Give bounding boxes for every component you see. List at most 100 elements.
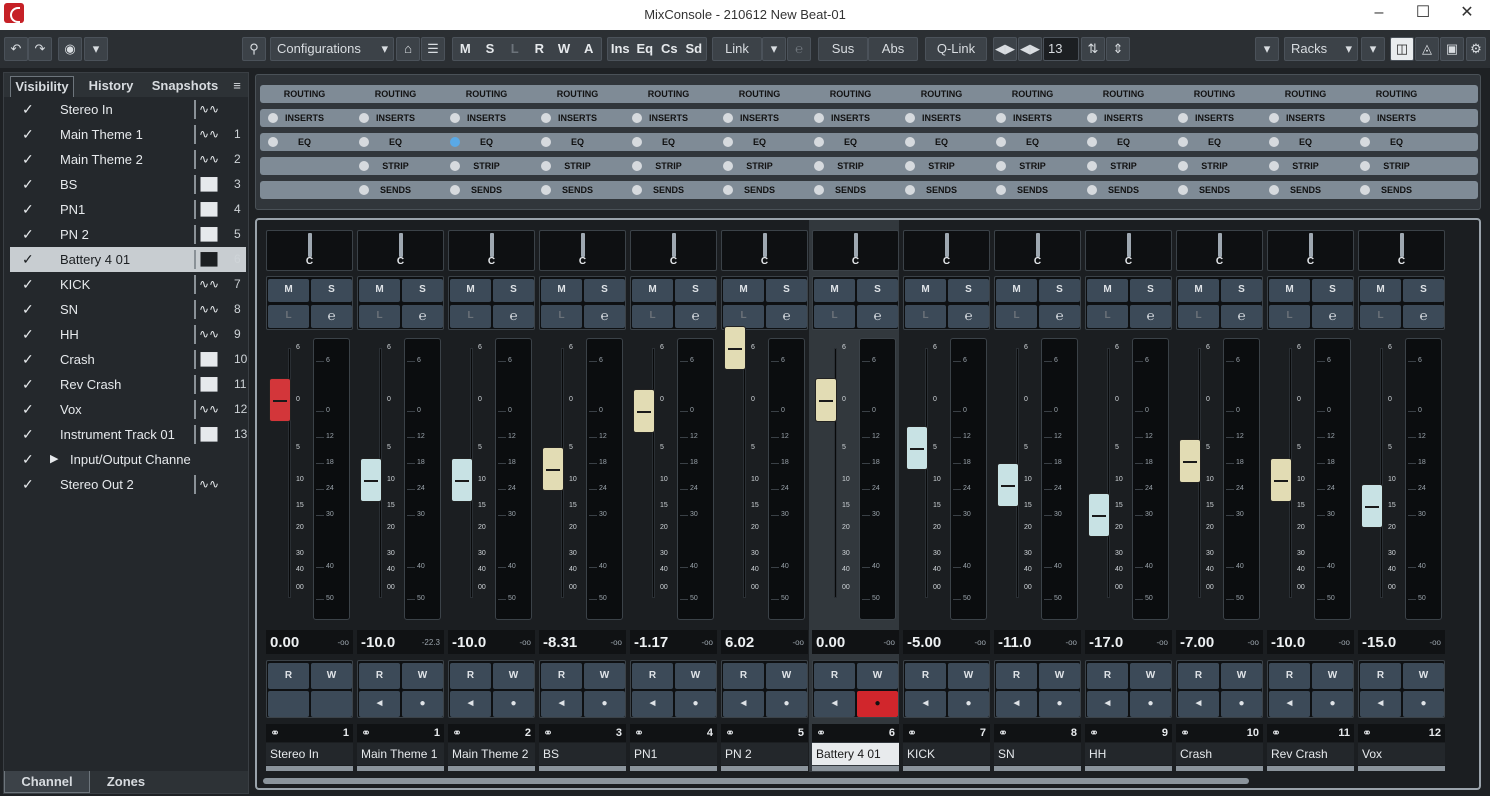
tab-visibility[interactable]: Visibility <box>10 76 74 97</box>
pan-control[interactable]: C <box>1085 230 1172 271</box>
fader-knob[interactable] <box>724 326 746 370</box>
bypass-dot-icon[interactable] <box>1087 113 1097 123</box>
pan-knob[interactable] <box>490 233 494 257</box>
edit-channel-icon[interactable]: ℮ <box>1039 305 1080 328</box>
bypass-dot-icon[interactable] <box>1269 137 1279 147</box>
checkmark-icon[interactable]: ✓ <box>22 472 34 497</box>
fader-track[interactable] <box>743 348 746 598</box>
rack-strip-cell[interactable]: STRIP <box>1352 157 1441 175</box>
visibility-item[interactable]: ✓ Stereo Out 2 ∿∿ <box>10 472 246 497</box>
link-rings-icon[interactable]: ⚭ <box>543 726 553 740</box>
pan-knob[interactable] <box>945 233 949 257</box>
volume-readout[interactable]: -1.17 -oo <box>630 630 717 654</box>
bypass-dot-icon[interactable] <box>1178 185 1188 195</box>
bypass-dot-icon[interactable] <box>632 161 642 171</box>
solo-button[interactable]: S <box>584 279 625 302</box>
edit-channel-icon[interactable]: ℮ <box>766 305 807 328</box>
visibility-item[interactable]: ✓ PN 2 ██ 5 <box>10 222 246 247</box>
write-automation-button[interactable]: W <box>1312 663 1353 689</box>
write-automation-button[interactable]: W <box>1221 663 1262 689</box>
channel-count-field[interactable]: 13 <box>1043 37 1079 61</box>
fader-knob[interactable] <box>451 458 473 502</box>
pan-control[interactable]: C <box>721 230 808 271</box>
listen-button[interactable]: L <box>632 305 673 328</box>
rack-strip-cell[interactable]: STRIP <box>1170 157 1259 175</box>
pan-knob[interactable] <box>399 233 403 257</box>
visibility-item[interactable]: ✓ Crash ██ 10 <box>10 347 247 372</box>
mute-button[interactable]: M <box>632 279 673 302</box>
expand-triangle-icon[interactable]: ▶ <box>50 447 58 472</box>
monitor-speaker-icon[interactable]: ◄ <box>996 691 1037 717</box>
bypass-dot-icon[interactable] <box>1178 137 1188 147</box>
record-enable-icon[interactable]: ● <box>948 691 989 717</box>
monitor-speaker-icon[interactable]: ◄ <box>1360 691 1401 717</box>
rack-sends-cell[interactable]: SENDS <box>988 181 1077 199</box>
rack-eq-cell[interactable]: EQ <box>351 133 440 151</box>
solo-button[interactable]: S <box>1039 279 1080 302</box>
bypass-dot-icon[interactable] <box>1087 137 1097 147</box>
volume-readout[interactable]: -7.00 -oo <box>1176 630 1263 654</box>
checkmark-icon[interactable]: ✓ <box>22 97 34 122</box>
fit-height-icon[interactable]: ⇅ <box>1081 37 1105 61</box>
rack-inserts-cell[interactable]: INSERTS <box>624 109 713 127</box>
fader-track[interactable] <box>1380 348 1383 598</box>
rack-sends-cell[interactable]: SENDS <box>1261 181 1350 199</box>
channel-name[interactable]: HH <box>1085 743 1172 765</box>
pan-knob[interactable] <box>1127 233 1131 257</box>
rack-sends-cell[interactable]: SENDS <box>442 181 531 199</box>
monitor-speaker-icon[interactable]: ◄ <box>359 691 400 717</box>
bypass-dot-icon[interactable] <box>1269 113 1279 123</box>
solo-button[interactable]: S <box>311 279 352 302</box>
pan-control[interactable]: C <box>630 230 717 271</box>
mute-button[interactable]: M <box>814 279 855 302</box>
visibility-item[interactable]: ✓ SN ∿∿ 8 <box>10 297 246 322</box>
checkmark-icon[interactable]: ✓ <box>22 322 34 347</box>
edit-channel-icon[interactable]: ℮ <box>311 305 352 328</box>
bypass-dot-icon[interactable] <box>905 113 915 123</box>
pan-knob[interactable] <box>1036 233 1040 257</box>
expand-left-icon[interactable]: ◀▶ <box>993 37 1017 61</box>
fader-knob[interactable] <box>542 447 564 492</box>
solo-button[interactable]: S <box>857 279 898 302</box>
mode-m-button[interactable]: M <box>453 38 478 60</box>
pan-knob[interactable] <box>672 233 676 257</box>
bypass-dot-icon[interactable] <box>1360 161 1370 171</box>
mute-button[interactable]: M <box>1360 279 1401 302</box>
bypass-dot-icon[interactable] <box>1178 161 1188 171</box>
rack-inserts-cell[interactable]: INSERTS <box>715 109 804 127</box>
volume-readout[interactable]: -17.0 -oo <box>1085 630 1172 654</box>
fader-track[interactable] <box>925 348 928 598</box>
visibility-item[interactable]: ✓ HH ∿∿ 9 <box>10 322 246 347</box>
volume-readout[interactable]: -5.00 -oo <box>903 630 990 654</box>
monitor-speaker-icon[interactable]: ◄ <box>1178 691 1219 717</box>
visibility-item[interactable]: ✓ ▶ Input/Output Channe <box>10 447 246 472</box>
visibility-item[interactable]: ✓ Battery 4 01 ██ 6 <box>10 247 246 272</box>
bypass-dot-icon[interactable] <box>723 113 733 123</box>
rack-strip-cell[interactable]: STRIP <box>715 157 804 175</box>
record-enable-icon[interactable]: ● <box>1221 691 1262 717</box>
pan-control[interactable]: C <box>903 230 990 271</box>
edit-channel-icon[interactable]: ℮ <box>1130 305 1171 328</box>
tab-channel[interactable]: Channel <box>4 771 90 793</box>
checkmark-icon[interactable]: ✓ <box>22 172 34 197</box>
abs-button[interactable]: Abs <box>868 37 918 61</box>
pan-knob[interactable] <box>854 233 858 257</box>
rack-eq-cell[interactable]: EQ <box>442 133 531 151</box>
bypass-dot-icon[interactable] <box>996 161 1006 171</box>
bypass-dot-icon[interactable] <box>541 185 551 195</box>
mute-button[interactable]: M <box>450 279 491 302</box>
close-icon[interactable]: ✕ <box>1452 3 1482 25</box>
listen-button[interactable]: L <box>541 305 582 328</box>
mute-button[interactable]: M <box>359 279 400 302</box>
bypass-dot-icon[interactable] <box>996 113 1006 123</box>
record-enable-icon[interactable]: ● <box>493 691 534 717</box>
edit-channel-icon[interactable]: ℮ <box>1221 305 1262 328</box>
rack-eq-cell[interactable]: EQ <box>1261 133 1350 151</box>
link-rings-icon[interactable]: ⚭ <box>1180 726 1190 740</box>
rack-strip-cell[interactable]: STRIP <box>442 157 531 175</box>
write-automation-button[interactable]: W <box>1130 663 1171 689</box>
checkmark-icon[interactable]: ✓ <box>22 122 34 147</box>
visibility-item[interactable]: ✓ Rev Crash ██ 11 <box>10 372 246 397</box>
edit-channel-icon[interactable]: ℮ <box>1312 305 1353 328</box>
sus-button[interactable]: Sus <box>818 37 868 61</box>
